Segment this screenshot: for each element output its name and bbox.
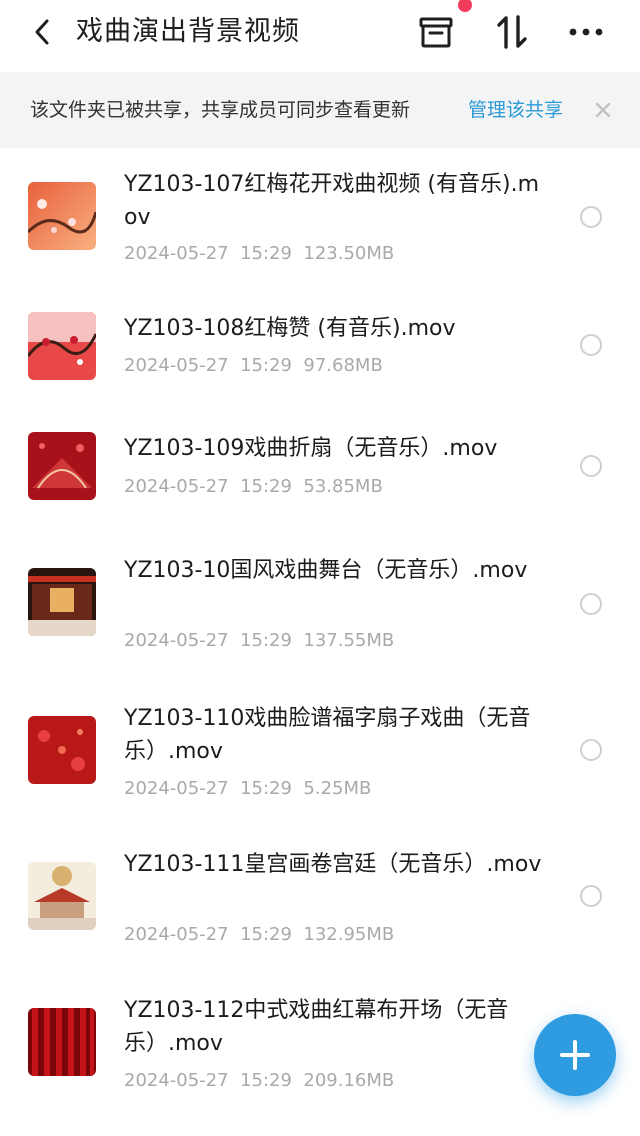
file-size: 97.68MB	[303, 355, 383, 376]
file-row[interactable]: YZ103-107红梅花开戏曲视频 (有音乐).mov 2024-05-27 1…	[0, 148, 640, 288]
file-name: YZ103-10国风戏曲舞台（无音乐）.mov	[124, 558, 528, 583]
file-meta: 2024-05-27 15:29 209.16MB	[124, 1068, 394, 1094]
file-date: 2024-05-27	[124, 778, 229, 799]
video-thumbnail	[28, 432, 96, 500]
file-date: 2024-05-27	[124, 1070, 229, 1091]
add-button[interactable]	[534, 1014, 616, 1096]
file-row[interactable]: YZ103-108红梅赞 (有音乐).mov 2024-05-27 15:29 …	[0, 288, 640, 400]
file-date: 2024-05-27	[124, 924, 229, 945]
video-thumbnail	[28, 182, 96, 250]
file-row[interactable]: YZ103-111皇宫画卷宫廷（无音乐）.mov 2024-05-27 15:2…	[0, 824, 640, 970]
file-meta: 2024-05-27 15:29 123.50MB	[124, 241, 394, 267]
file-meta: 2024-05-27 15:29 132.95MB	[124, 922, 394, 948]
file-time: 15:29	[240, 355, 292, 376]
more-dots-icon	[569, 28, 603, 36]
more-button[interactable]	[566, 12, 606, 52]
file-size: 137.55MB	[303, 630, 395, 651]
sort-icon	[497, 15, 527, 49]
file-row[interactable]: YZ103-109戏曲折扇（无音乐）.mov 2024-05-27 15:29 …	[0, 400, 640, 528]
sort-button[interactable]	[492, 12, 532, 52]
file-time: 15:29	[240, 924, 292, 945]
close-icon	[595, 102, 611, 118]
video-thumbnail	[28, 862, 96, 930]
select-radio[interactable]	[580, 334, 602, 356]
select-radio[interactable]	[580, 593, 602, 615]
banner-close-button[interactable]	[590, 96, 616, 124]
file-name: YZ103-107红梅花开戏曲视频 (有音乐).mov	[124, 172, 540, 230]
file-date: 2024-05-27	[124, 630, 229, 651]
top-bar: 戏曲演出背景视频	[0, 0, 640, 72]
select-radio[interactable]	[580, 455, 602, 477]
file-time: 15:29	[240, 1070, 292, 1091]
select-radio[interactable]	[580, 739, 602, 761]
manage-share-link[interactable]: 管理该共享	[468, 96, 563, 124]
file-time: 15:29	[240, 778, 292, 799]
file-name: YZ103-109戏曲折扇（无音乐）.mov	[124, 436, 498, 461]
file-date: 2024-05-27	[124, 355, 229, 376]
plus-icon	[560, 1040, 590, 1070]
file-meta: 2024-05-27 15:29 53.85MB	[124, 474, 383, 500]
archive-icon	[419, 17, 453, 48]
file-meta: 2024-05-27 15:29 5.25MB	[124, 776, 371, 802]
share-banner: 该文件夹已被共享，共享成员可同步查看更新 管理该共享	[0, 72, 640, 148]
file-time: 15:29	[240, 630, 292, 651]
file-name: YZ103-111皇宫画卷宫廷（无音乐）.mov	[124, 852, 542, 877]
page-title: 戏曲演出背景视频	[76, 16, 300, 47]
file-date: 2024-05-27	[124, 476, 229, 497]
back-button[interactable]	[26, 14, 58, 50]
file-name: YZ103-110戏曲脸谱福字扇子戏曲（无音乐）.mov	[124, 706, 531, 764]
file-name: YZ103-108红梅赞 (有音乐).mov	[124, 316, 456, 341]
video-thumbnail	[28, 1008, 96, 1076]
select-radio[interactable]	[580, 885, 602, 907]
archive-button[interactable]	[416, 12, 456, 52]
file-size: 5.25MB	[303, 778, 372, 799]
file-size: 53.85MB	[303, 476, 383, 497]
file-name: YZ103-112中式戏曲红幕布开场（无音乐）.mov	[124, 998, 509, 1056]
file-time: 15:29	[240, 476, 292, 497]
file-meta: 2024-05-27 15:29 137.55MB	[124, 628, 394, 654]
file-meta: 2024-05-27 15:29 97.68MB	[124, 353, 383, 379]
video-thumbnail	[28, 568, 96, 636]
file-size: 123.50MB	[303, 243, 395, 264]
file-size: 209.16MB	[303, 1070, 395, 1091]
file-row[interactable]: YZ103-110戏曲脸谱福字扇子戏曲（无音乐）.mov 2024-05-27 …	[0, 678, 640, 824]
file-time: 15:29	[240, 243, 292, 264]
chevron-left-icon	[35, 19, 49, 45]
share-banner-text: 该文件夹已被共享，共享成员可同步查看更新	[30, 99, 411, 121]
video-thumbnail	[28, 312, 96, 380]
notification-dot	[458, 0, 472, 12]
video-thumbnail	[28, 716, 96, 784]
file-size: 132.95MB	[303, 924, 395, 945]
file-row[interactable]: YZ103-10国风戏曲舞台（无音乐）.mov 2024-05-27 15:29…	[0, 528, 640, 678]
select-radio[interactable]	[580, 206, 602, 228]
file-date: 2024-05-27	[124, 243, 229, 264]
